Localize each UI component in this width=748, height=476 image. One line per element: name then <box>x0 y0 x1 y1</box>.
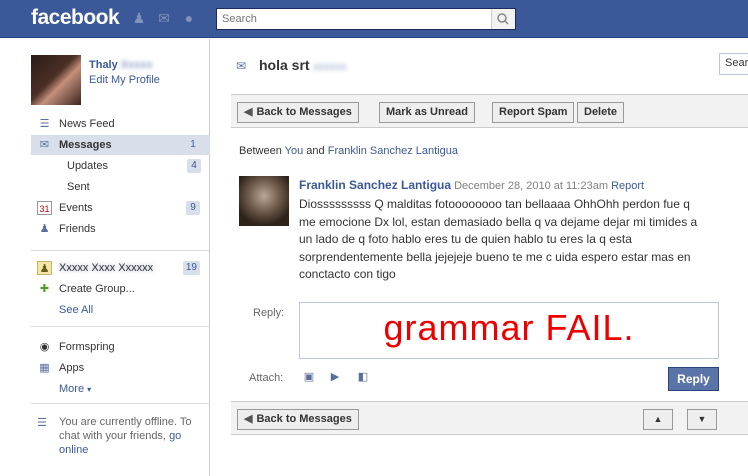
sidebar-item-formspring[interactable]: ◉ Formspring <box>31 337 210 357</box>
next-message-button[interactable]: ▼ <box>687 409 717 430</box>
sidebar-divider <box>31 326 210 327</box>
reply-label: Reply: <box>253 307 285 319</box>
more-label: More <box>59 383 85 395</box>
group-icon: ♟ <box>37 261 52 275</box>
sidebar-item-events[interactable]: 31 Events 9 <box>31 198 210 218</box>
sidebar-item-updates[interactable]: Updates <box>67 156 108 176</box>
profile-surname-blurred: Xxxxx <box>120 59 153 71</box>
sidebar-item-apps[interactable]: ▦ Apps <box>31 358 210 378</box>
sidebar-item-label: Friends <box>59 223 96 235</box>
sidebar-item-label: News Feed <box>59 118 115 130</box>
message-thread-icon: ✉ <box>236 59 247 73</box>
sidebar-divider <box>31 403 210 404</box>
sidebar-item-group[interactable]: ♟ Xxxxx Xxxx Xxxxxx 19 <box>31 258 210 278</box>
mark-as-unread-button[interactable]: Mark as Unread <box>379 102 475 123</box>
sidebar-item-label: Create Group... <box>59 283 135 295</box>
formspring-icon: ◉ <box>39 341 50 353</box>
reply-button[interactable]: Reply <box>668 367 719 391</box>
facebook-logo[interactable]: facebook <box>31 6 120 30</box>
thread-title-text: hola srt <box>259 57 310 73</box>
up-arrow-icon: ▲ <box>653 414 663 424</box>
top-toolbar: ◀ Back to Messages Mark as Unread Report … <box>231 94 748 128</box>
chat-offline-notice: You are currently offline. To chat with … <box>59 415 209 457</box>
create-group-icon: ✚ <box>39 283 50 295</box>
friends-icon: ♟ <box>39 223 50 235</box>
search-icon <box>497 13 509 25</box>
search-bar <box>216 8 516 30</box>
participant-other-link[interactable]: Franklin Sanchez Lantigua <box>328 145 458 157</box>
down-arrow-icon: ▼ <box>697 414 707 424</box>
left-sidebar: Thaly Xxxxx Edit My Profile ☰ News Feed … <box>0 39 210 476</box>
sidebar-item-label: Formspring <box>59 341 115 353</box>
profile-name[interactable]: Thaly Xxxxx <box>89 59 153 71</box>
messages-count-badge: 1 <box>190 139 196 150</box>
updates-count-badge: 4 <box>187 159 201 173</box>
messages-icon: ✉ <box>39 139 50 151</box>
report-spam-button[interactable]: Report Spam <box>492 102 575 123</box>
sidebar-item-friends[interactable]: ♟ Friends <box>31 219 210 239</box>
notifications-globe-icon[interactable]: ● <box>181 11 197 26</box>
back-label: Back to Messages <box>256 413 352 425</box>
reply-textarea[interactable]: grammar FAIL. <box>299 302 719 359</box>
search-input[interactable] <box>217 9 487 29</box>
participant-you-link[interactable]: You <box>285 145 304 157</box>
calendar-icon: 31 <box>37 201 52 215</box>
previous-message-button[interactable]: ▲ <box>643 409 673 430</box>
delete-button[interactable]: Delete <box>577 102 625 123</box>
back-to-messages-button[interactable]: ◀ Back to Messages <box>237 102 359 123</box>
participants-line: Between You and Franklin Sanchez Lantigu… <box>239 145 458 157</box>
between-and: and <box>306 145 325 157</box>
message-header: Franklin Sanchez Lantigua December 28, 2… <box>299 178 644 192</box>
friend-requests-icon[interactable]: ♟ <box>131 11 147 26</box>
see-all-link[interactable]: See All <box>59 302 93 318</box>
search-button[interactable] <box>491 9 515 29</box>
dropdown-arrow-icon: ▾ <box>87 385 92 394</box>
sidebar-item-sent[interactable]: Sent <box>67 177 90 197</box>
back-to-messages-button-bottom[interactable]: ◀ Back to Messages <box>237 409 359 430</box>
back-label: Back to Messages <box>256 106 352 118</box>
attach-label: Attach: <box>249 372 284 384</box>
top-bar: facebook ♟ ✉ ● <box>0 0 748 38</box>
between-prefix: Between <box>239 145 282 157</box>
sidebar-item-label: Events <box>59 202 93 214</box>
sidebar-item-label: Messages <box>59 139 112 151</box>
sidebar-item-messages[interactable]: ✉ Messages 1 <box>31 135 210 155</box>
sender-name-link[interactable]: Franklin Sanchez Lantigua <box>299 178 451 192</box>
events-count-badge: 9 <box>186 201 200 215</box>
sidebar-item-create-group[interactable]: ✚ Create Group... <box>31 279 210 299</box>
sidebar-divider <box>31 250 210 251</box>
thread-title-blurred: xxxxxx <box>313 61 347 73</box>
group-name-blurred: Xxxxx Xxxx Xxxxxx <box>59 262 154 274</box>
message-thread: ✉ hola srt xxxxxx Sear ◀ Back to Messages… <box>231 39 748 476</box>
profile-name-text: Thaly <box>89 59 118 71</box>
sidebar-item-news-feed[interactable]: ☰ News Feed <box>31 114 210 134</box>
message-search-input[interactable]: Sear <box>719 53 748 75</box>
news-feed-icon: ☰ <box>39 118 50 130</box>
group-count-badge: 19 <box>182 261 200 275</box>
report-message-link[interactable]: Report <box>611 180 644 192</box>
apps-icon: ▦ <box>39 362 50 374</box>
message-date: December 28, 2010 at 11:23am <box>454 180 608 192</box>
chat-icon: ☰ <box>37 417 47 429</box>
message-body: Diosssssssss Q malditas fotoooooooo tan … <box>299 197 698 281</box>
messages-jewel-icon[interactable]: ✉ <box>156 11 172 26</box>
profile-avatar[interactable] <box>31 55 81 105</box>
reply-text: grammar FAIL. <box>383 307 635 348</box>
sidebar-item-label: Apps <box>59 362 85 374</box>
thread-title: hola srt xxxxxx <box>259 57 346 73</box>
more-link[interactable]: More ▾ <box>59 381 91 397</box>
left-arrow-icon: ◀ <box>244 413 253 425</box>
attach-photo-icon[interactable]: ▣ <box>301 369 317 385</box>
sender-avatar[interactable] <box>239 176 289 226</box>
attach-link-icon[interactable]: ◧ <box>355 369 371 385</box>
edit-profile-link[interactable]: Edit My Profile <box>89 74 160 86</box>
left-arrow-icon: ◀ <box>244 106 253 118</box>
attach-video-icon[interactable]: ▶ <box>327 369 343 385</box>
bottom-toolbar: ◀ Back to Messages ▲ ▼ <box>231 401 748 435</box>
